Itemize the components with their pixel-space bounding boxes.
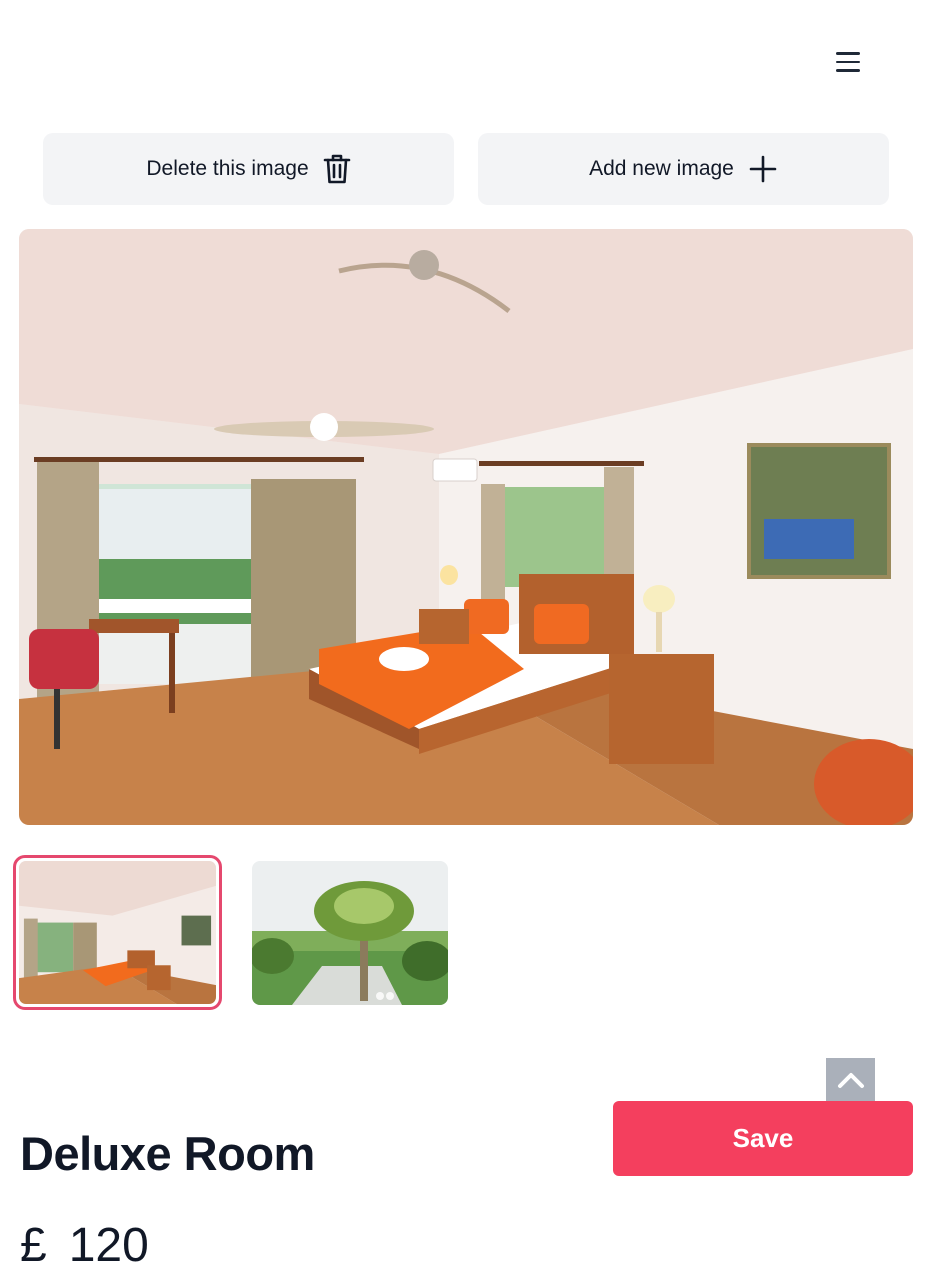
save-button[interactable]: Save	[613, 1101, 913, 1176]
hamburger-menu-icon[interactable]	[826, 40, 870, 84]
delete-image-label: Delete this image	[146, 157, 309, 180]
thumbnail-bedroom-image	[19, 861, 216, 1004]
thumbnail-bedroom[interactable]	[13, 855, 222, 1010]
main-room-image	[19, 229, 913, 825]
room-price: £ 120	[20, 1218, 149, 1272]
trash-icon	[323, 153, 351, 185]
add-image-label: Add new image	[589, 157, 734, 180]
scroll-to-top-button[interactable]	[826, 1058, 875, 1106]
plus-icon	[748, 154, 778, 184]
thumbnail-garden-image	[252, 861, 448, 1005]
room-title: Deluxe Room	[20, 1127, 315, 1180]
add-image-button[interactable]: Add new image	[478, 133, 889, 205]
price-amount: 120	[68, 1219, 149, 1272]
thumbnail-garden[interactable]	[252, 861, 448, 1005]
delete-image-button[interactable]: Delete this image	[43, 133, 454, 205]
price-currency: £	[20, 1219, 47, 1272]
chevron-up-icon	[837, 1071, 865, 1094]
